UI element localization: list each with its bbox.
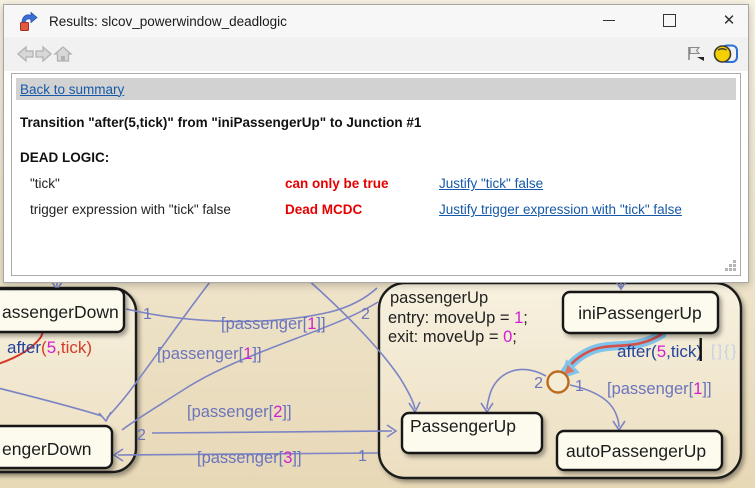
dead-logic-row: "tick" can only be true Justify "tick" f… xyxy=(12,176,740,191)
entry-action-text: entry: moveUp = 1; xyxy=(388,309,528,327)
close-icon: ✕ xyxy=(723,13,736,28)
transition-label-passenger2[interactable]: [passenger[2]] xyxy=(187,403,292,421)
state-label: engerDown xyxy=(2,439,92,459)
maximize-icon xyxy=(663,14,676,27)
resize-grip[interactable] xyxy=(723,258,737,272)
transition-label-after-left[interactable]: after(5,tick) xyxy=(7,338,92,357)
status-text: can only be true xyxy=(285,176,439,191)
justify-link[interactable]: Justify "tick" false xyxy=(439,176,740,191)
condition-text: "tick" xyxy=(30,176,285,191)
transition-label-after-right-editing[interactable]: after(5,tick) xyxy=(617,342,702,361)
text-caret xyxy=(700,338,702,361)
transition-number: 1 xyxy=(143,306,152,323)
dead-logic-row: trigger expression with "tick" false Dea… xyxy=(12,202,740,217)
transition-number: 2 xyxy=(361,306,370,323)
minimize-icon xyxy=(603,20,615,22)
flag-dropdown-icon[interactable] xyxy=(686,45,706,63)
results-window: Results: slcov_powerwindow_deadlogic ✕ xyxy=(3,4,749,283)
result-heading: Transition "after(5,tick)" from "iniPass… xyxy=(20,115,740,130)
toolbar-right-group xyxy=(680,42,740,66)
back-to-summary-link[interactable]: Back to summary xyxy=(20,82,124,97)
label-ghost-hint: []{} xyxy=(711,343,739,360)
minimize-button[interactable] xyxy=(590,5,628,36)
transition-number: 1 xyxy=(358,448,367,465)
toolbar xyxy=(4,37,748,71)
junction-1[interactable] xyxy=(548,372,569,393)
state-label: passengerUp xyxy=(390,289,488,307)
window-title: Results: slcov_powerwindow_deadlogic xyxy=(49,14,287,29)
highlight-model-icon[interactable] xyxy=(712,42,740,66)
state-label: assengerDown xyxy=(2,302,119,322)
back-band: Back to summary xyxy=(16,78,736,100)
titlebar[interactable]: Results: slcov_powerwindow_deadlogic ✕ xyxy=(4,5,748,37)
coverage-results-icon xyxy=(17,10,39,32)
state-label: PassengerUp xyxy=(410,416,516,436)
results-panel: Back to summary Transition "after(5,tick… xyxy=(11,73,741,276)
state-label: autoPassengerUp xyxy=(566,441,706,461)
condition-text: trigger expression with "tick" false xyxy=(30,202,285,217)
status-text: Dead MCDC xyxy=(285,202,439,217)
maximize-button[interactable] xyxy=(650,5,688,36)
exit-action-text: exit: moveUp = 0; xyxy=(388,328,517,346)
nav-group xyxy=(14,44,71,64)
transition-number: 2 xyxy=(137,427,146,444)
state-label: iniPassengerUp xyxy=(578,303,702,323)
junction-port-number: 2 xyxy=(534,375,543,392)
transition-label-passenger3[interactable]: [passenger[3]] xyxy=(197,449,302,467)
close-button[interactable]: ✕ xyxy=(710,5,748,36)
transition-label-passenger1-upper[interactable]: [passenger[1]] xyxy=(221,315,326,333)
justify-link[interactable]: Justify trigger expression with "tick" f… xyxy=(439,202,740,217)
junction-port-number: 1 xyxy=(575,378,584,395)
home-icon[interactable] xyxy=(52,44,74,64)
transition-label-passenger1-junction[interactable]: [passenger[1]] xyxy=(607,380,712,398)
transition-label-passenger1-lower[interactable]: [passenger[1]] xyxy=(157,345,262,363)
dead-logic-title: DEAD LOGIC: xyxy=(20,150,740,165)
